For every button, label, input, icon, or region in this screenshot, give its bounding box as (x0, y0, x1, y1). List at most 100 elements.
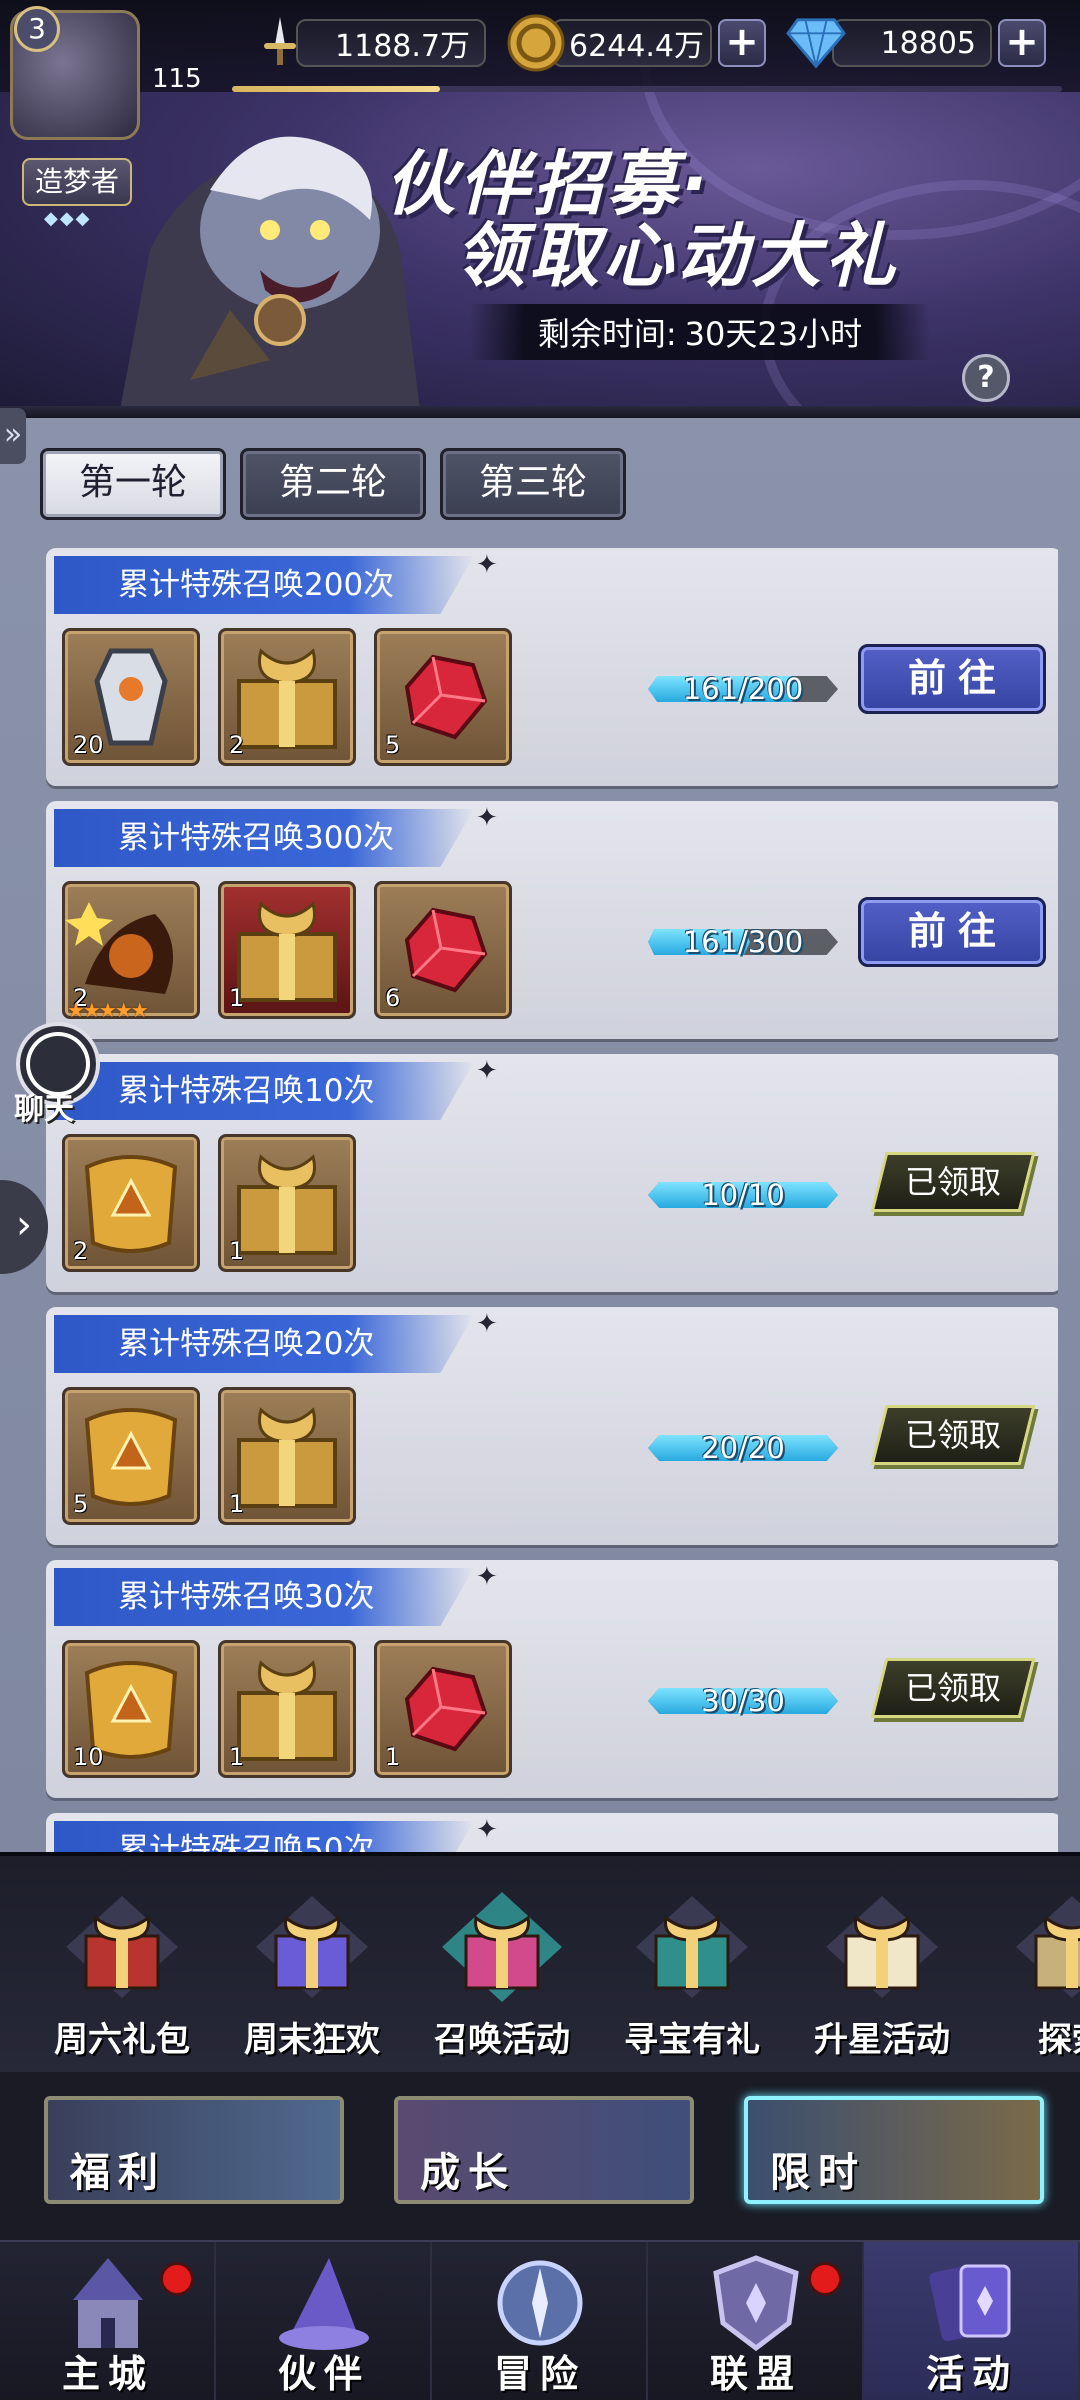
nav-4-button[interactable]: 联盟 (648, 2242, 864, 2400)
event-tab-2[interactable]: 周末狂欢 (222, 1892, 402, 2060)
castle-icon (53, 2248, 163, 2358)
nav-label: 联盟 (709, 2352, 802, 2396)
nav-label: 伙伴 (277, 2352, 370, 2396)
chat-label: 聊天 (14, 1092, 74, 1127)
category-label: 限时 (770, 2150, 866, 2196)
sparkle-icon: ✦ (476, 1562, 498, 1592)
reward-quantity: 2 (229, 731, 245, 759)
go-button[interactable]: 前往 (858, 644, 1046, 714)
nav-3-button[interactable]: 冒险 (432, 2242, 648, 2400)
nav-label: 冒险 (493, 2352, 586, 2396)
reward-item[interactable]: 1 (218, 1134, 356, 1272)
reward-quantity: 2 (73, 1237, 89, 1265)
add-gold-button[interactable]: + (718, 19, 766, 67)
task-progress-bar: 10/10 (648, 1178, 838, 1212)
claimed-label: 已领取 (904, 1669, 1001, 1707)
task-panel: » 第一轮 第二轮 第三轮 累计特殊召唤200次 ✦ 20 2 5 161/200 前往 累计特殊… (0, 408, 1080, 1854)
reward-item[interactable]: 6 (374, 881, 512, 1019)
tab-round-2[interactable]: 第二轮 (240, 448, 426, 520)
reward-item[interactable]: 1 (218, 1640, 356, 1778)
reward-quantity: 5 (73, 1490, 89, 1518)
reward-item[interactable]: 20 (62, 628, 200, 766)
task-progress-bar: 161/300 (648, 925, 838, 959)
reward-list: 2 ★★★★★ 1 6 (62, 881, 512, 1022)
sparkle-icon: ✦ (476, 550, 498, 580)
reward-quantity: 1 (229, 1490, 245, 1518)
reward-item[interactable]: 10 (62, 1640, 200, 1778)
notification-badge (808, 2262, 842, 2296)
add-diamond-button[interactable]: + (998, 19, 1046, 67)
task-card: 累计特殊召唤50次 ✦ (46, 1813, 1058, 1854)
diamond-value: 18805 (832, 19, 992, 67)
reward-quantity: 1 (229, 984, 245, 1012)
task-card: 累计特殊召唤200次 ✦ 20 2 5 161/200 前往 (46, 548, 1058, 786)
timer-label: 剩余时间: (537, 315, 677, 353)
category-2-button[interactable]: 成长 (394, 2096, 694, 2204)
task-title: 累计特殊召唤200次 (54, 556, 474, 614)
sparkle-icon: ✦ (476, 1056, 498, 1086)
reward-quantity: 20 (73, 731, 104, 759)
reward-item[interactable]: 5 (374, 628, 512, 766)
player-exp-value: 115 (152, 64, 202, 94)
task-progress-bar: 20/20 (648, 1431, 838, 1465)
claimed-label: 已领取 (904, 1416, 1001, 1454)
reward-item[interactable]: 2 (62, 1134, 200, 1272)
reward-item[interactable]: 1 (218, 881, 356, 1019)
gold-value: 6244.4万 (552, 19, 712, 67)
gift-icon (632, 1892, 752, 2002)
event-tab-5[interactable]: 升星活动 (792, 1892, 972, 2060)
star-rating: ★★★★★ (67, 998, 149, 1022)
task-list[interactable]: 第一轮 第二轮 第三轮 累计特殊召唤200次 ✦ 20 2 5 161/200 前往 累计特殊召唤… (22, 418, 1058, 1854)
progress-text: 10/10 (701, 1178, 785, 1212)
power-resource: 1188.7万 (250, 12, 486, 74)
gift-icon (1012, 1892, 1080, 2002)
event-tab-1[interactable]: 周六礼包 (32, 1892, 212, 2060)
gift-icon (252, 1892, 372, 2002)
shield-icon (701, 2248, 811, 2358)
event-label: 周末狂欢 (244, 2020, 380, 2060)
tab-round-1[interactable]: 第一轮 (40, 448, 226, 520)
help-button[interactable]: ? (962, 354, 1010, 402)
progress-text: 20/20 (701, 1431, 785, 1465)
reward-item[interactable]: 1 (218, 1387, 356, 1525)
progress-text: 161/200 (682, 672, 804, 706)
sparkle-icon: ✦ (476, 803, 498, 833)
reward-item[interactable]: 1 (374, 1640, 512, 1778)
event-strip[interactable]: 周六礼包 周末狂欢 召唤活动 寻宝有礼 升星活动 探索 (0, 1852, 1080, 2072)
reward-list: 51 (62, 1387, 356, 1525)
event-tab-4[interactable]: 寻宝有礼 (602, 1892, 782, 2060)
nav-5-button[interactable]: 活动 (864, 2242, 1080, 2400)
go-button[interactable]: 前往 (858, 897, 1046, 967)
event-tab-6[interactable]: 探索 (982, 1892, 1080, 2060)
nav-1-button[interactable]: 主城 (0, 2242, 216, 2400)
task-card: 累计特殊召唤30次 ✦ 10 1 1 30/30 已领取 (46, 1560, 1058, 1798)
sparkle-icon: ✦ (476, 1815, 498, 1845)
exp-bar-fill (232, 86, 440, 92)
nav-2-button[interactable]: 伙伴 (216, 2242, 432, 2400)
task-card: 累计特殊召唤20次 ✦ 5 1 20/20 已领取 (46, 1307, 1058, 1545)
event-label: 寻宝有礼 (624, 2020, 760, 2060)
sword-icon (250, 13, 310, 73)
tab-round-3[interactable]: 第三轮 (440, 448, 626, 520)
reward-item[interactable]: 2 (218, 628, 356, 766)
reward-item[interactable]: 5 (62, 1387, 200, 1525)
category-3-button[interactable]: 限时 (744, 2096, 1044, 2204)
category-1-button[interactable]: 福利 (44, 2096, 344, 2204)
reward-item[interactable]: 2 ★★★★★ (62, 881, 200, 1022)
sparkle-icon: ✦ (476, 1309, 498, 1339)
task-title: 累计特殊召唤50次 (54, 1821, 474, 1854)
chat-button[interactable]: 聊天 (8, 1022, 100, 1127)
diamond-resource: 18805 + (786, 12, 1046, 74)
player-rank-badge: 造梦者 (22, 158, 132, 206)
cards-icon (917, 2248, 1027, 2358)
claimed-badge: 已领取 (870, 1152, 1036, 1212)
event-tab-3[interactable]: 召唤活动 (412, 1892, 592, 2060)
claimed-label: 已领取 (904, 1163, 1001, 1201)
player-avatar[interactable]: 3 115 (2, 0, 202, 150)
gift-icon (62, 1892, 182, 2002)
diamond-icon (786, 13, 846, 73)
reward-quantity: 5 (385, 731, 401, 759)
progress-text: 30/30 (701, 1684, 785, 1718)
task-card: 累计特殊召唤10次 ✦ 2 1 10/10 已领取 (46, 1054, 1058, 1292)
exp-bar (232, 86, 1062, 92)
